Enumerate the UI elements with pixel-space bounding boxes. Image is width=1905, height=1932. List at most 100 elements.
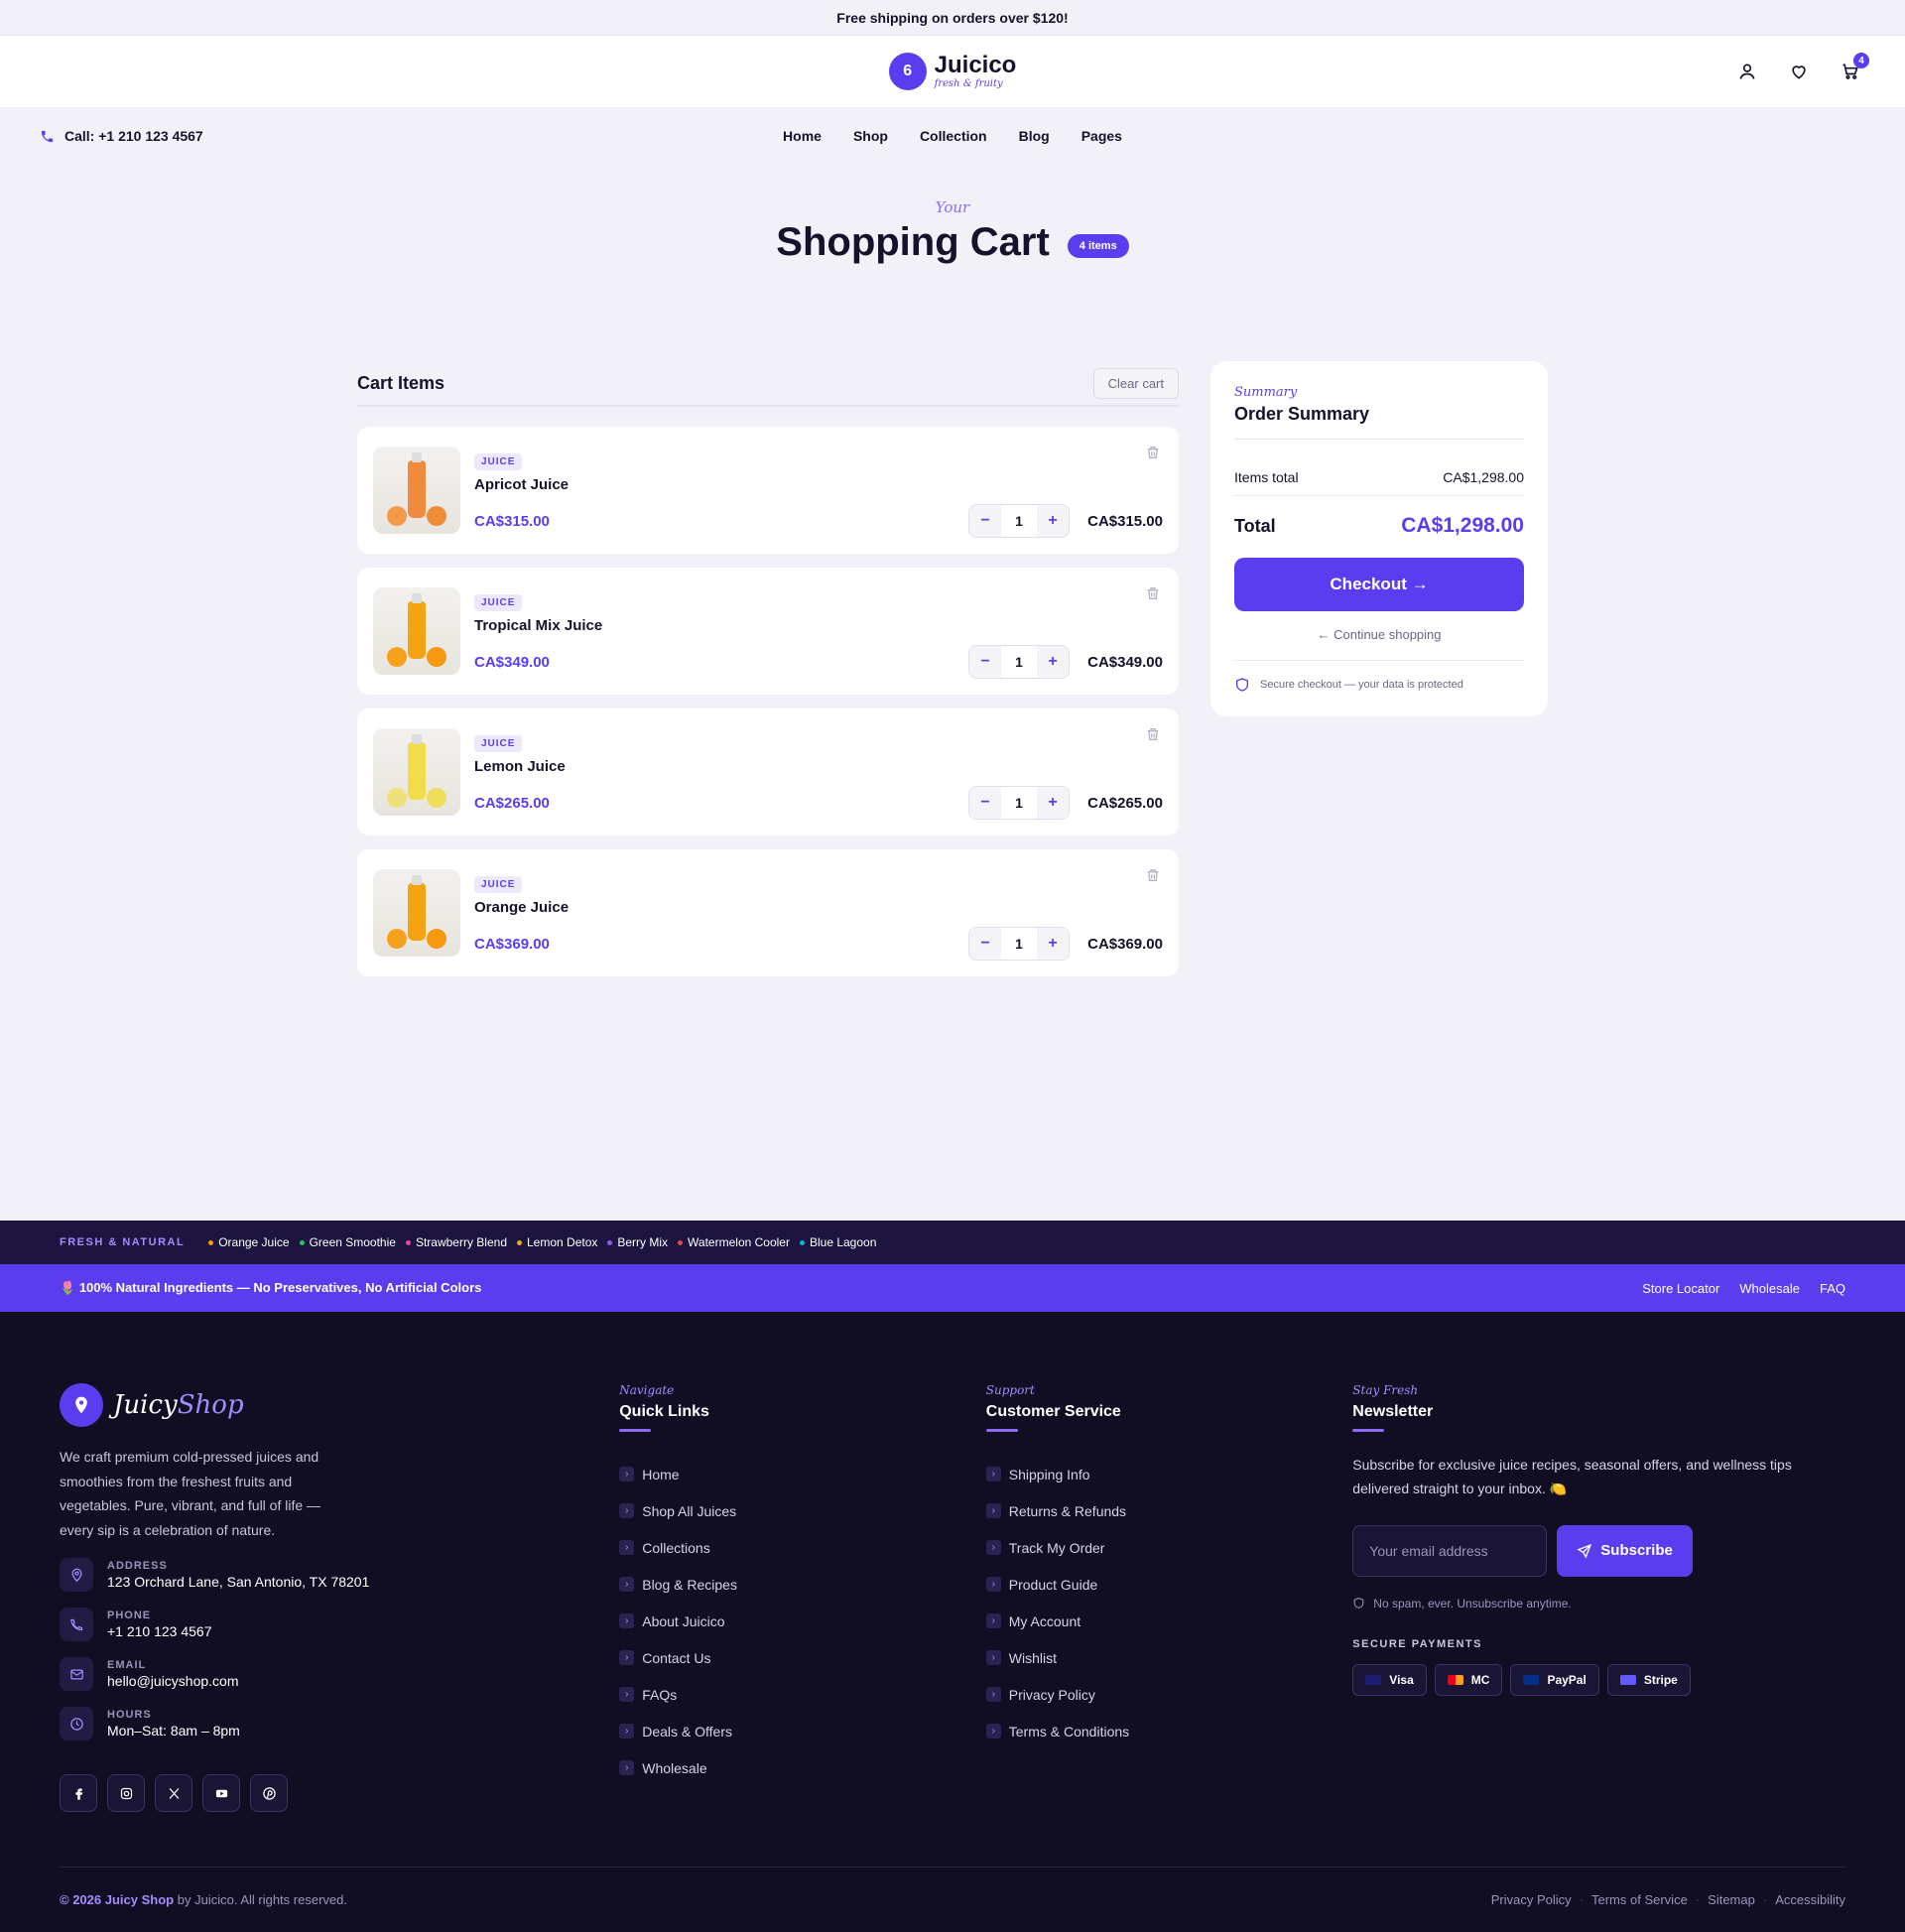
continue-shopping-link[interactable]: ← Continue shopping xyxy=(1234,627,1524,661)
store-locator-link[interactable]: Store Locator xyxy=(1642,1281,1719,1296)
quick-link[interactable]: › Contact Us xyxy=(619,1639,986,1676)
order-summary: Summary Order Summary Items total CA$1,2… xyxy=(1210,361,1548,716)
nav-collection[interactable]: Collection xyxy=(920,128,987,144)
increase-qty-button[interactable]: + xyxy=(1037,505,1069,537)
service-link[interactable]: › Terms & Conditions xyxy=(985,1713,1353,1749)
fresh-item[interactable]: Green Smoothie xyxy=(299,1235,396,1249)
contact-phone: PHONE +1 210 123 4567 xyxy=(60,1608,619,1641)
fresh-item[interactable]: Watermelon Cooler xyxy=(678,1235,790,1249)
chevron-right-icon: › xyxy=(985,1687,1001,1702)
fresh-item[interactable]: Strawberry Blend xyxy=(405,1235,507,1249)
service-link[interactable]: › Track My Order xyxy=(985,1529,1353,1566)
page-title: Shopping Cart xyxy=(776,220,1050,264)
quantity-value[interactable]: 1 xyxy=(1001,795,1037,811)
service-link[interactable]: › My Account xyxy=(985,1603,1353,1639)
quick-link[interactable]: › Home xyxy=(619,1456,986,1492)
service-link[interactable]: › Shipping Info xyxy=(985,1456,1353,1492)
subscribe-button[interactable]: Subscribe xyxy=(1557,1524,1693,1577)
service-link[interactable]: › Wishlist xyxy=(985,1639,1353,1676)
quantity-stepper: − 1 + xyxy=(968,504,1070,538)
trash-icon[interactable] xyxy=(1145,585,1161,601)
accessibility-link[interactable]: Accessibility xyxy=(1775,1892,1845,1907)
mastercard-badge: MC xyxy=(1434,1663,1503,1696)
x-twitter-icon[interactable] xyxy=(155,1774,192,1812)
footer-logo[interactable]: JuicyShop xyxy=(60,1383,619,1427)
total-value: CA$1,298.00 xyxy=(1401,514,1524,537)
wishlist-icon[interactable] xyxy=(1788,61,1810,82)
color-dot xyxy=(517,1239,522,1245)
product-name[interactable]: Orange Juice xyxy=(474,899,1163,916)
chevron-right-icon: › xyxy=(985,1467,1001,1481)
primary-nav: Home Shop Collection Blog Pages xyxy=(783,128,1122,144)
decrease-qty-button[interactable]: − xyxy=(969,646,1001,678)
product-image-tropical[interactable] xyxy=(373,587,460,675)
fresh-item[interactable]: Lemon Detox xyxy=(517,1235,597,1249)
quantity-value[interactable]: 1 xyxy=(1001,513,1037,529)
quick-link[interactable]: › Blog & Recipes xyxy=(619,1566,986,1603)
wholesale-link[interactable]: Wholesale xyxy=(1739,1281,1800,1296)
trash-icon[interactable] xyxy=(1145,726,1161,742)
brand-logo[interactable]: 6 Juicico fresh & fruity xyxy=(888,53,1016,90)
account-icon[interactable] xyxy=(1736,61,1758,82)
product-name[interactable]: Apricot Juice xyxy=(474,476,1163,493)
customer-service-column: Support Customer Service › Shipping Info ›… xyxy=(985,1383,1353,1812)
cart-icon[interactable]: 4 xyxy=(1840,53,1869,82)
fresh-item[interactable]: Blue Lagoon xyxy=(799,1235,876,1249)
fresh-item[interactable]: Orange Juice xyxy=(208,1235,290,1249)
product-image-apricot[interactable] xyxy=(373,447,460,534)
product-image-orange[interactable] xyxy=(373,869,460,957)
clear-cart-button[interactable]: Clear cart xyxy=(1092,367,1179,399)
nav-shop[interactable]: Shop xyxy=(853,128,888,144)
product-name[interactable]: Lemon Juice xyxy=(474,758,1163,775)
quantity-value[interactable]: 1 xyxy=(1001,654,1037,670)
fresh-item[interactable]: Berry Mix xyxy=(607,1235,668,1249)
increase-qty-button[interactable]: + xyxy=(1037,646,1069,678)
facebook-icon[interactable] xyxy=(60,1774,97,1812)
chevron-right-icon: › xyxy=(985,1577,1001,1592)
pinterest-icon[interactable] xyxy=(250,1774,288,1812)
call-link[interactable]: Call: +1 210 123 4567 xyxy=(40,107,203,165)
total-label: Total xyxy=(1234,515,1276,536)
contact-address: ADDRESS 123 Orchard Lane, San Antonio, TX… xyxy=(60,1558,619,1592)
cart-main: Cart Items Clear cart JUICE Apricot Juic… xyxy=(357,361,1548,990)
chevron-right-icon: › xyxy=(985,1724,1001,1739)
decrease-qty-button[interactable]: − xyxy=(969,928,1001,960)
location-icon xyxy=(60,1558,93,1592)
terms-link[interactable]: Terms of Service xyxy=(1591,1892,1688,1907)
increase-qty-button[interactable]: + xyxy=(1037,787,1069,819)
service-link[interactable]: › Product Guide xyxy=(985,1566,1353,1603)
summary-title: Order Summary xyxy=(1234,404,1524,440)
quick-link[interactable]: › About Juicico xyxy=(619,1603,986,1639)
quick-link[interactable]: › Collections xyxy=(619,1529,986,1566)
nav-home[interactable]: Home xyxy=(783,128,822,144)
quick-link[interactable]: › Deals & Offers xyxy=(619,1713,986,1749)
quick-link[interactable]: › Wholesale xyxy=(619,1749,986,1786)
youtube-icon[interactable] xyxy=(202,1774,240,1812)
service-link[interactable]: › Privacy Policy xyxy=(985,1676,1353,1713)
quantity-value[interactable]: 1 xyxy=(1001,936,1037,952)
decrease-qty-button[interactable]: − xyxy=(969,505,1001,537)
fresh-natural-strip: FRESH & NATURAL Orange Juice Green Smooth… xyxy=(0,1221,1905,1264)
quick-link[interactable]: › Shop All Juices xyxy=(619,1492,986,1529)
product-image-lemon[interactable] xyxy=(373,728,460,816)
privacy-policy-link[interactable]: Privacy Policy xyxy=(1491,1892,1572,1907)
quick-link[interactable]: › FAQs xyxy=(619,1676,986,1713)
faq-link[interactable]: FAQ xyxy=(1820,1281,1845,1296)
sitemap-link[interactable]: Sitemap xyxy=(1708,1892,1755,1907)
secure-checkout-note: Secure checkout — your data is protected xyxy=(1234,677,1524,693)
nav-blog[interactable]: Blog xyxy=(1019,128,1050,144)
decrease-qty-button[interactable]: − xyxy=(969,787,1001,819)
product-name[interactable]: Tropical Mix Juice xyxy=(474,617,1163,634)
increase-qty-button[interactable]: + xyxy=(1037,928,1069,960)
newsletter-text: Subscribe for exclusive juice recipes, s… xyxy=(1352,1457,1792,1496)
checkout-button[interactable]: Checkout → xyxy=(1234,558,1524,611)
instagram-icon[interactable] xyxy=(107,1774,145,1812)
trash-icon[interactable] xyxy=(1145,445,1161,460)
color-dot xyxy=(607,1239,613,1245)
service-link[interactable]: › Returns & Refunds xyxy=(985,1492,1353,1529)
no-spam-note: No spam, ever. Unsubscribe anytime. xyxy=(1352,1597,1845,1610)
newsletter-email-input[interactable] xyxy=(1352,1524,1548,1577)
nav-pages[interactable]: Pages xyxy=(1081,128,1122,144)
trash-icon[interactable] xyxy=(1145,867,1161,883)
mail-icon xyxy=(60,1657,93,1691)
